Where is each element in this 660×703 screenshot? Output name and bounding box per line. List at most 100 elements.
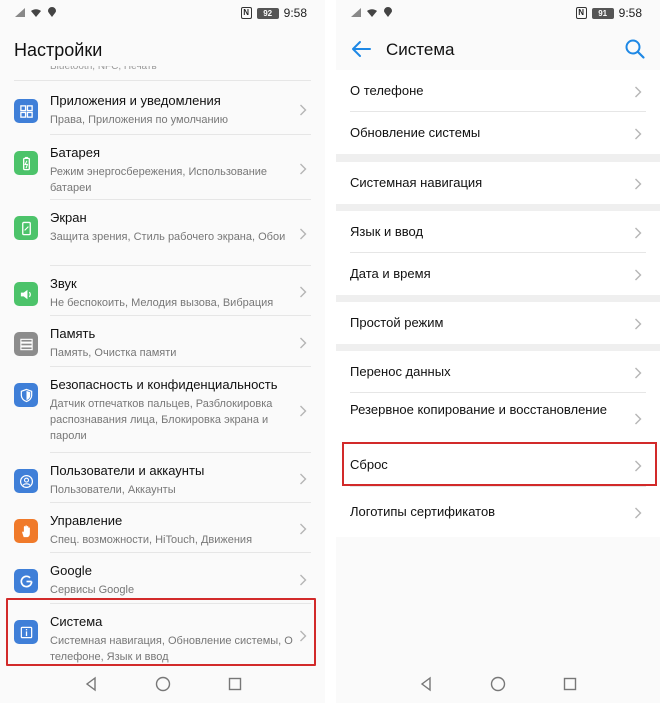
system-item-title: О телефоне	[350, 83, 424, 98]
back-nav-icon[interactable]	[83, 676, 99, 692]
system-item-title: Обновление системы	[350, 125, 481, 140]
chevron-right-icon	[634, 317, 642, 330]
nav-bar	[0, 665, 325, 703]
system-screen: N 91 9:58 Система О телефоне Обновление с…	[336, 0, 660, 703]
clock: 9:58	[283, 6, 307, 20]
system-item-title: Логотипы сертификатов	[350, 504, 496, 519]
home-nav-icon[interactable]	[490, 676, 506, 692]
system-item-2[interactable]: Системная навигация	[336, 162, 660, 204]
settings-screen: N 92 9:58 Настройки Bluetooth, NFC, Печа…	[0, 0, 325, 703]
system-item-0[interactable]: О телефоне	[336, 70, 660, 112]
chevron-right-icon	[299, 404, 307, 417]
settings-item-0[interactable]: Приложения и уведомления Права, Приложени…	[0, 83, 325, 135]
signal-icon	[15, 8, 25, 17]
storage-icon	[14, 332, 38, 356]
system-item-title: Системная навигация	[350, 175, 483, 190]
settings-item-7[interactable]: Управление Спец. возможности, HiTouch, Дв…	[0, 503, 325, 553]
settings-item-subtitle: Права, Приложения по умолчанию	[50, 114, 228, 126]
battery-icon	[14, 151, 38, 175]
chevron-right-icon	[634, 127, 642, 140]
wifi-icon	[367, 9, 377, 17]
system-item-6[interactable]: Перенос данных	[336, 351, 660, 393]
chevron-right-icon	[299, 573, 307, 586]
location-icon	[48, 7, 56, 17]
settings-item-1[interactable]: Батарея Режим энергосбережения, Использов…	[0, 135, 325, 200]
nfc-icon: N	[240, 7, 252, 19]
chevron-right-icon	[299, 227, 307, 240]
chevron-right-icon	[299, 285, 307, 298]
chevron-right-icon	[634, 268, 642, 281]
display-icon	[14, 216, 38, 240]
shield-icon	[14, 383, 38, 407]
screens-gap	[325, 0, 336, 703]
settings-item-6[interactable]: Пользователи и аккаунты Пользователи, Акк…	[0, 453, 325, 503]
group-gap	[336, 344, 660, 351]
settings-item-subtitle: Режим энергосбережения, Использование ба…	[50, 166, 268, 194]
home-nav-icon[interactable]	[155, 676, 171, 692]
nfc-icon: N	[575, 7, 587, 19]
wifi-icon	[31, 9, 41, 17]
user-icon	[14, 469, 38, 493]
system-item-9[interactable]: Логотипы сертификатов	[336, 487, 660, 537]
chevron-right-icon	[634, 177, 642, 190]
status-bar: N 92 9:58	[0, 0, 325, 26]
settings-item-title: Экран	[50, 210, 87, 225]
sound-icon	[14, 282, 38, 306]
system-item-title: Резервное копирование и восстановление	[350, 402, 607, 417]
settings-item-subtitle: Сервисы Google	[50, 584, 135, 596]
settings-item-subtitle: Защита зрения, Стиль рабочего экрана, Об…	[50, 231, 286, 243]
recents-nav-icon[interactable]	[227, 676, 243, 692]
settings-item-8[interactable]: Google Сервисы Google	[0, 553, 325, 604]
chevron-right-icon	[634, 85, 642, 98]
settings-item-title: Google	[50, 563, 92, 578]
chevron-right-icon	[299, 522, 307, 535]
settings-item-title: Управление	[50, 513, 123, 528]
system-group: Системная навигация	[336, 162, 660, 204]
settings-item-subtitle: Не беспокоить, Мелодия вызова, Вибрация	[50, 297, 274, 309]
settings-item-title: Батарея	[50, 145, 101, 160]
settings-item-title: Пользователи и аккаунты	[50, 463, 205, 478]
settings-item-subtitle: Датчик отпечатков пальцев, Разблокировка…	[50, 398, 273, 442]
divider	[14, 80, 311, 81]
google-icon	[14, 569, 38, 593]
settings-item-title: Звук	[50, 276, 77, 291]
settings-item-5[interactable]: Безопасность и конфиденциальность Датчик …	[0, 367, 325, 453]
location-icon	[384, 7, 392, 17]
nav-bar	[336, 665, 660, 703]
chevron-right-icon	[299, 162, 307, 175]
cut-item-subtitle: Bluetooth, NFC, Печать	[50, 66, 157, 72]
clock: 9:58	[618, 6, 642, 20]
system-item-title: Перенос данных	[350, 364, 451, 379]
system-item-title: Дата и время	[350, 266, 431, 281]
back-nav-icon[interactable]	[418, 676, 434, 692]
system-group: О телефоне Обновление системы	[336, 70, 660, 154]
settings-item-title: Безопасность и конфиденциальность	[50, 377, 278, 392]
signal-icon	[351, 8, 361, 17]
system-group: Простой режим	[336, 302, 660, 344]
group-gap	[336, 204, 660, 211]
settings-item-subtitle: Память, Очистка памяти	[50, 347, 177, 359]
settings-item-4[interactable]: Память Память, Очистка памяти	[0, 316, 325, 367]
system-item-title: Язык и ввод	[350, 224, 424, 239]
settings-item-subtitle: Спец. возможности, HiTouch, Движения	[50, 534, 253, 546]
back-arrow-icon[interactable]	[350, 40, 372, 58]
recents-nav-icon[interactable]	[562, 676, 578, 692]
settings-item-3[interactable]: Звук Не беспокоить, Мелодия вызова, Вибра…	[0, 266, 325, 316]
settings-item-2[interactable]: Экран Защита зрения, Стиль рабочего экран…	[0, 200, 325, 266]
chevron-right-icon	[634, 226, 642, 239]
highlight-system	[6, 598, 316, 666]
search-icon[interactable]	[624, 38, 646, 60]
system-item-7[interactable]: Резервное копирование и восстановление	[336, 393, 660, 443]
chevron-right-icon	[634, 366, 642, 379]
system-item-5[interactable]: Простой режим	[336, 302, 660, 344]
settings-item-title: Приложения и уведомления	[50, 93, 221, 108]
chevron-right-icon	[634, 412, 642, 425]
system-item-title: Простой режим	[350, 315, 444, 330]
system-item-3[interactable]: Язык и ввод	[336, 211, 660, 253]
system-item-4[interactable]: Дата и время	[336, 253, 660, 295]
chevron-right-icon	[299, 336, 307, 349]
system-item-1[interactable]: Обновление системы	[336, 112, 660, 154]
settings-item-subtitle: Пользователи, Аккаунты	[50, 484, 176, 496]
page-title: Система	[386, 40, 455, 59]
settings-item-title: Память	[50, 326, 96, 341]
